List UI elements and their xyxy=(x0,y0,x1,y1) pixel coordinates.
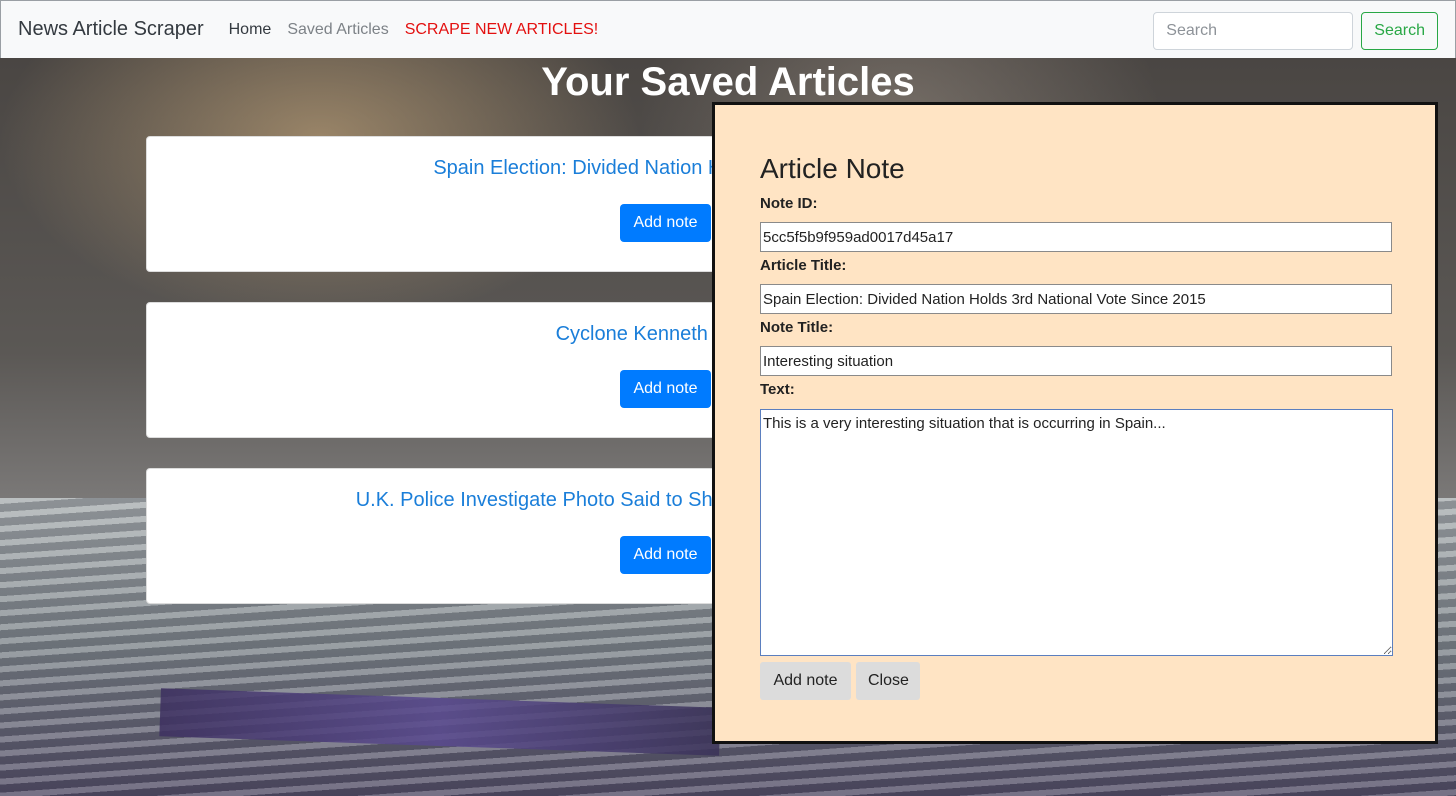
navbar: News Article Scraper Home Saved Articles… xyxy=(0,0,1456,58)
brand-title[interactable]: News Article Scraper xyxy=(18,18,204,41)
note-text-area[interactable]: This is a very interesting situation tha… xyxy=(760,409,1393,656)
note-title-label: Note Title: xyxy=(760,319,834,336)
search-input[interactable] xyxy=(1153,12,1354,50)
nav-link-saved-articles[interactable]: Saved Articles xyxy=(287,21,388,39)
note-title-field[interactable] xyxy=(760,346,1392,376)
modal-title: Article Note xyxy=(760,153,905,184)
search-form: Search xyxy=(1153,12,1438,50)
note-id-label: Note ID: xyxy=(760,195,818,212)
add-note-button[interactable]: Add note xyxy=(620,536,711,574)
note-id-field[interactable] xyxy=(760,222,1392,252)
nav-link-scrape-new-articles[interactable]: SCRAPE NEW ARTICLES! xyxy=(405,21,599,39)
article-title-field[interactable] xyxy=(760,284,1392,314)
nav-link-home[interactable]: Home xyxy=(229,21,272,39)
article-note-modal: Article Note Note ID: Article Title: Not… xyxy=(712,102,1438,744)
modal-close-button[interactable]: Close xyxy=(856,662,920,700)
add-note-button[interactable]: Add note xyxy=(620,204,711,242)
article-title-label: Article Title: xyxy=(760,257,847,274)
add-note-button[interactable]: Add note xyxy=(620,370,711,408)
modal-add-note-button[interactable]: Add note xyxy=(760,662,851,700)
text-label: Text: xyxy=(760,381,795,398)
page-title: Your Saved Articles xyxy=(541,60,915,104)
search-button[interactable]: Search xyxy=(1361,12,1438,50)
